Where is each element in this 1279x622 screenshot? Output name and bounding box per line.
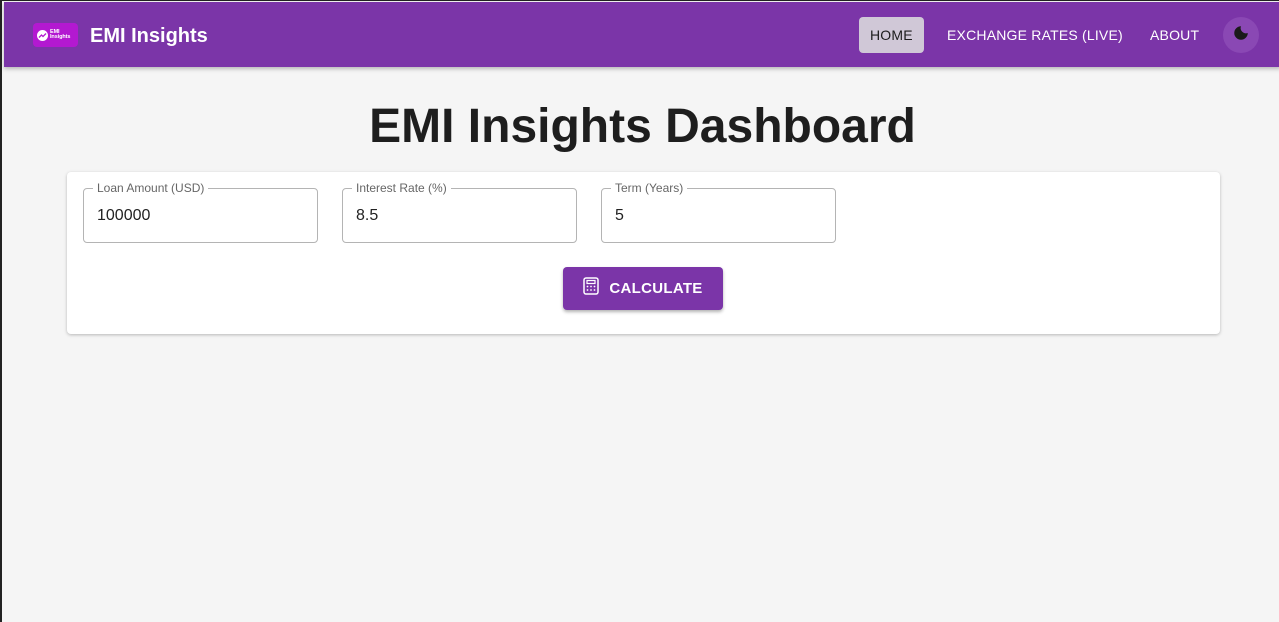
calculate-label: CALCULATE — [609, 280, 703, 297]
calculator-card: Loan Amount (USD) Interest Rate (%) Term… — [67, 172, 1220, 334]
moon-icon — [1232, 24, 1250, 47]
interest-rate-field[interactable]: Interest Rate (%) — [342, 180, 577, 243]
calculate-button[interactable]: CALCULATE — [563, 267, 723, 310]
logo-text: EMI Insights — [50, 29, 71, 41]
calculator-icon — [583, 277, 600, 300]
term-input[interactable] — [615, 189, 820, 242]
theme-toggle-button[interactable] — [1223, 17, 1259, 53]
app-bar: EMI Insights EMI Insights HOME EXCHANGE … — [4, 2, 1279, 67]
loan-amount-input[interactable] — [97, 189, 302, 242]
logo-text-line2: Insights — [50, 34, 71, 40]
term-field[interactable]: Term (Years) — [601, 180, 836, 243]
logo-chart-icon — [37, 29, 48, 41]
nav-exchange-rates[interactable]: EXCHANGE RATES (LIVE) — [936, 17, 1134, 53]
app-window: EMI Insights EMI Insights HOME EXCHANGE … — [0, 0, 1279, 622]
interest-rate-input[interactable] — [356, 189, 561, 242]
brand-title[interactable]: EMI Insights — [90, 24, 208, 48]
loan-amount-field[interactable]: Loan Amount (USD) — [83, 180, 318, 243]
page-title: EMI Insights Dashboard — [369, 100, 916, 153]
logo: EMI Insights — [33, 23, 78, 47]
nav-home[interactable]: HOME — [859, 17, 924, 53]
nav-about[interactable]: ABOUT — [1139, 17, 1210, 53]
